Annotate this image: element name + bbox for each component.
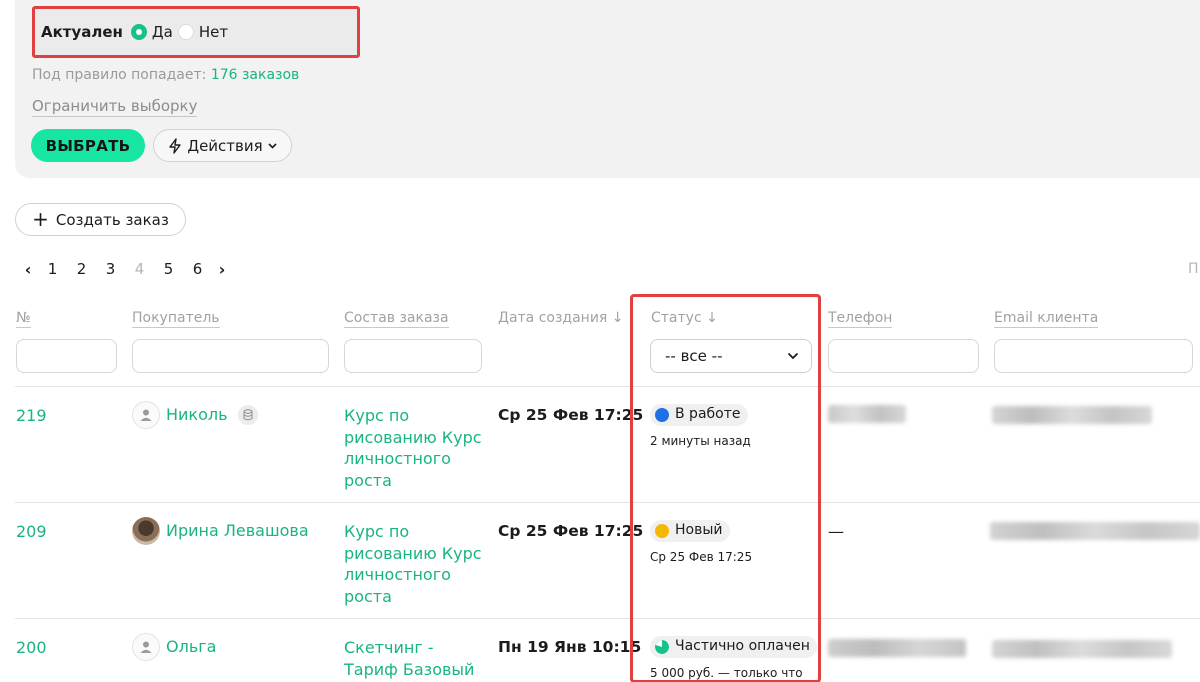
- email-redacted: [992, 406, 1152, 424]
- buyer-name[interactable]: Ирина Левашова: [166, 520, 309, 542]
- order-number[interactable]: 200: [16, 637, 47, 659]
- buyer-cell[interactable]: Ирина Левашова: [132, 517, 309, 545]
- page-3[interactable]: 3: [96, 260, 125, 278]
- order-items[interactable]: Скетчинг - Тариф Базовый: [344, 637, 484, 680]
- row-divider: [15, 618, 1200, 619]
- order-number[interactable]: 209: [16, 521, 47, 543]
- status-time: 2 минуты назад: [650, 433, 751, 448]
- status-time: 5 000 руб. — только что: [650, 665, 803, 680]
- radio-yes-label[interactable]: Да: [152, 23, 173, 41]
- avatar-placeholder-icon: [132, 401, 160, 429]
- filter-phone-input[interactable]: [828, 339, 979, 373]
- email-redacted: [992, 640, 1172, 658]
- status-badge[interactable]: В работе: [650, 404, 748, 426]
- buyer-name[interactable]: Николь: [166, 404, 228, 426]
- create-order-button[interactable]: + Создать заказ: [15, 203, 186, 236]
- pagination: ‹ 1 2 3 4 5 6 ›: [18, 259, 232, 279]
- partial-payment-icon: [655, 640, 669, 654]
- rule-count-text: Под правило попадает: 176 заказов: [32, 67, 299, 83]
- header-email[interactable]: Email клиента: [994, 310, 1099, 328]
- filter-order-input[interactable]: [344, 339, 482, 373]
- status-label: Частично оплачен: [675, 638, 810, 655]
- buyer-cell[interactable]: Николь: [132, 401, 258, 429]
- page-5[interactable]: 5: [154, 260, 183, 278]
- row-divider: [15, 386, 1200, 387]
- status-cell: Частично оплачен 5 000 руб. — только что: [650, 636, 817, 682]
- page-4-current: 4: [134, 260, 145, 278]
- buyer-name[interactable]: Ольга: [166, 636, 216, 658]
- plus-icon: +: [32, 206, 49, 231]
- lightning-icon: [169, 137, 182, 154]
- radio-no[interactable]: [177, 24, 194, 40]
- header-buyer[interactable]: Покупатель: [132, 310, 220, 328]
- row-divider: [15, 502, 1200, 503]
- filter-buyer-input[interactable]: [132, 339, 329, 373]
- chevron-down-icon: [787, 352, 799, 360]
- email-redacted: [990, 522, 1200, 540]
- order-number[interactable]: 219: [16, 405, 47, 427]
- status-label: В работе: [675, 406, 741, 423]
- header-number[interactable]: №: [16, 310, 31, 328]
- rule-count-prefix: Под правило попадает:: [32, 67, 207, 83]
- create-order-label: Создать заказ: [55, 210, 169, 229]
- order-date: Ср 25 Фев 17:25: [498, 522, 644, 540]
- status-filter-value: -- все --: [665, 347, 723, 365]
- chevron-down-icon: [268, 142, 277, 149]
- prev-page-icon[interactable]: ‹: [18, 260, 38, 279]
- status-dot-icon: [655, 408, 669, 422]
- rule-count-link[interactable]: 176 заказов: [211, 67, 300, 83]
- status-dot-icon: [655, 524, 669, 538]
- status-badge[interactable]: Новый: [650, 520, 730, 542]
- buyer-cell[interactable]: Ольга: [132, 633, 216, 661]
- header-phone[interactable]: Телефон: [828, 310, 893, 328]
- active-filter: Актуален Да Нет: [32, 6, 360, 58]
- page-6[interactable]: 6: [183, 260, 212, 278]
- status-badge[interactable]: Частично оплачен: [650, 636, 817, 658]
- header-status[interactable]: Статус ↓: [651, 310, 718, 327]
- page-2[interactable]: 2: [67, 260, 96, 278]
- phone-redacted: [828, 639, 966, 657]
- next-page-icon[interactable]: ›: [212, 260, 232, 279]
- status-filter-select[interactable]: -- все --: [650, 339, 812, 373]
- limit-selection-link[interactable]: Ограничить выборку: [32, 97, 198, 117]
- active-label: Актуален: [41, 23, 123, 41]
- actions-button[interactable]: Действия: [153, 129, 292, 162]
- select-button[interactable]: ВЫБРАТЬ: [31, 129, 145, 162]
- page-1[interactable]: 1: [38, 260, 67, 278]
- order-date: Пн 19 Янв 10:15: [498, 638, 642, 656]
- radio-no-label[interactable]: Нет: [199, 23, 228, 41]
- header-created[interactable]: Дата создания ↓: [498, 310, 624, 327]
- avatar-placeholder-icon: [132, 633, 160, 661]
- status-time: Ср 25 Фев 17:25: [650, 549, 753, 564]
- order-items[interactable]: Курс по рисованию Курс личностного роста: [344, 405, 484, 491]
- actions-label: Действия: [187, 136, 263, 155]
- header-order[interactable]: Состав заказа: [344, 310, 449, 328]
- phone-redacted: [828, 405, 906, 423]
- phone-value: —: [828, 522, 844, 541]
- status-cell: Новый Ср 25 Фев 17:25: [650, 520, 752, 568]
- avatar: [132, 517, 160, 545]
- order-items[interactable]: Курс по рисованию Курс личностного роста: [344, 521, 484, 607]
- order-date: Ср 25 Фев 17:25: [498, 406, 644, 424]
- status-label: Новый: [675, 522, 723, 539]
- filter-number-input[interactable]: [16, 339, 117, 373]
- filter-email-input[interactable]: [994, 339, 1193, 373]
- edge-text: П: [1188, 261, 1199, 277]
- radio-yes[interactable]: [130, 24, 147, 40]
- status-cell: В работе 2 минуты назад: [650, 404, 751, 452]
- database-icon: [237, 405, 258, 425]
